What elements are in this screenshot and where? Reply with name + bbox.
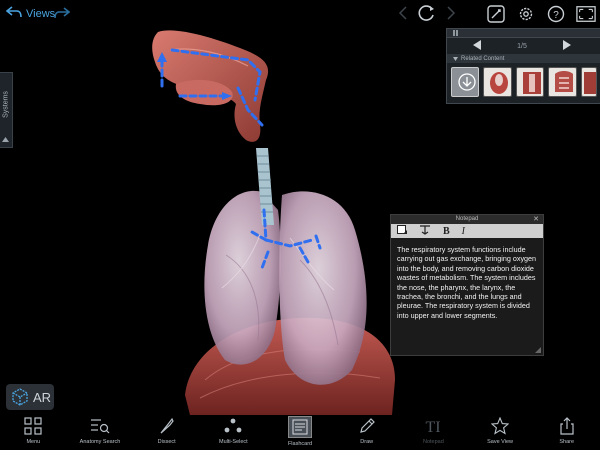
related-thumbnail[interactable] [515,67,545,97]
font-size-icon [420,225,430,235]
hide-tools-button[interactable] [486,4,506,24]
menu-label: Menu [26,439,41,445]
flashcard-icon [288,416,313,438]
systems-tab[interactable]: Systems [0,72,13,148]
back-arrow-icon [5,6,22,21]
grid-icon [22,416,44,436]
ar-label: AR [33,389,52,405]
anatomy-thumbnail-icon [583,72,596,94]
related-prev-button[interactable] [473,40,481,52]
related-header-label: Related Content [461,55,505,62]
related-content-panel: 1/5 Related Content [446,28,600,104]
grip-icon [453,30,458,36]
scalpel-icon [156,416,178,436]
flashcard-button[interactable]: Flashcard [267,412,334,450]
save-view-label: Save View [487,439,513,445]
notepad-panel: Notepad ✕ B I The respiratory system fun… [390,214,544,356]
download-icon [458,73,476,91]
related-thumbnail[interactable] [548,67,577,97]
notepad-title: Notepad [455,216,479,222]
notepad-title-bar[interactable]: Notepad ✕ [391,215,543,224]
multi-select-button[interactable]: Multi-Select [200,412,267,450]
bottom-toolbar: Menu Anatomy Search Dissect Multi-Select… [0,412,600,450]
draw-label: Draw [360,439,374,445]
multi-select-label: Multi-Select [218,439,248,445]
notepad-text-area[interactable]: The respiratory system functions include… [391,238,543,320]
star-icon [489,416,511,436]
font-size-button[interactable] [419,225,431,237]
ar-button[interactable]: AR [6,384,54,410]
color-swatch-icon [397,225,407,234]
bold-button[interactable]: B [443,226,450,237]
panel-drag-handle[interactable] [447,29,600,38]
related-thumbnail[interactable] [451,67,480,97]
hide-tools-icon [487,5,505,23]
italic-button[interactable]: I [462,226,465,237]
dissect-label: Dissect [157,439,176,445]
gear-icon [519,7,533,21]
flashcard-label: Flashcard [287,441,313,447]
screen-icon [576,6,596,22]
share-label: Share [559,439,575,445]
settings-button[interactable] [516,4,536,24]
next-view-button[interactable] [446,6,456,25]
pencil-icon [356,416,378,436]
triangle-icon [2,137,9,142]
related-next-button[interactable] [562,40,571,52]
views-back-button[interactable]: Views [5,6,56,21]
redo-arrow-icon [54,7,71,19]
search-list-icon [89,416,111,436]
share-icon [556,416,578,436]
reset-icon [418,5,434,21]
help-button[interactable]: ? [546,4,566,24]
chevron-right-icon [447,6,456,20]
svg-text:TI: TI [426,419,441,435]
menu-button[interactable]: Menu [0,412,67,450]
systems-label: Systems [2,91,10,118]
question-icon: ? [547,5,565,23]
back-label: Views [26,7,56,20]
save-view-button[interactable]: Save View [467,412,534,450]
svg-text:?: ? [553,10,559,21]
notepad-toolbar: B I [391,224,543,238]
triangle-left-icon [473,40,481,50]
resize-handle-icon[interactable] [535,347,541,353]
chevron-left-icon [398,6,407,20]
anatomy-thumbnail-icon [490,72,509,94]
anatomy-thumbnail-icon [555,71,574,92]
fullscreen-button[interactable] [576,4,596,24]
anatomy-search-label: Anatomy Search [79,439,121,445]
notepad-label: Notepad [422,439,444,445]
related-page-indicator: 1/5 [517,42,527,50]
text-icon: TI [422,416,444,436]
text-color-button[interactable] [397,225,407,237]
notepad-button[interactable]: TI Notepad [400,412,467,450]
right-lung [279,191,367,385]
anatomy-thumbnail-icon [522,72,541,94]
caret-down-icon [453,56,458,61]
dissect-button[interactable]: Dissect [133,412,200,450]
redo-button[interactable] [54,6,71,24]
related-thumbnail[interactable] [483,67,512,97]
anatomy-search-button[interactable]: Anatomy Search [67,412,134,450]
draw-button[interactable]: Draw [333,412,400,450]
close-icon[interactable]: ✕ [533,215,539,224]
previous-view-button[interactable] [398,6,408,25]
related-thumbnail[interactable] [580,67,597,97]
triangle-right-icon [562,40,571,50]
multi-select-icon [222,416,244,436]
share-button[interactable]: Share [533,412,600,450]
reset-view-button[interactable] [418,4,436,27]
cube-icon [12,388,28,406]
